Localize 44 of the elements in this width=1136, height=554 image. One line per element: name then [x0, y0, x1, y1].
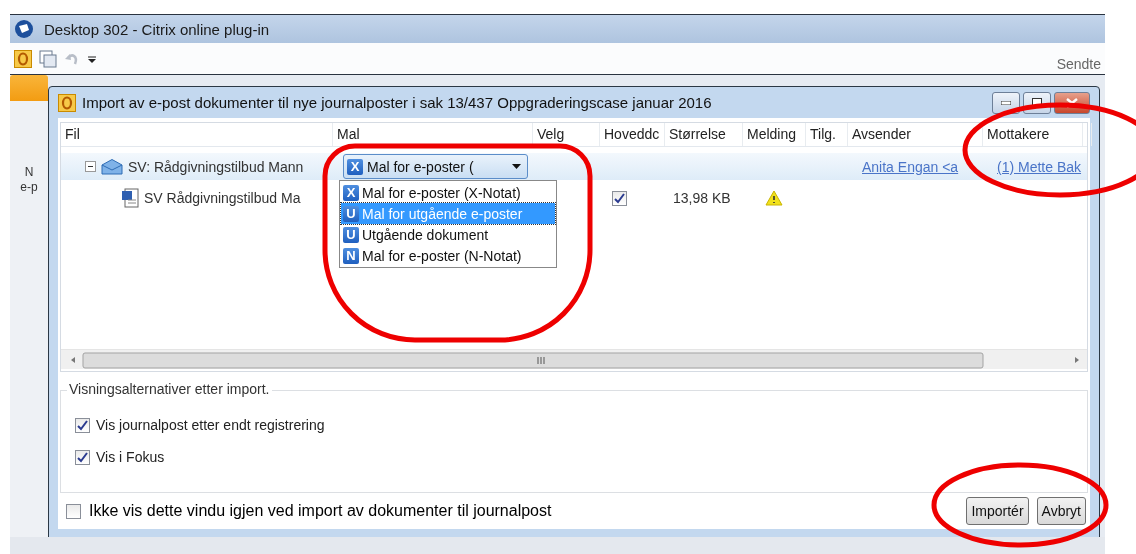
minimize-icon — [1001, 100, 1011, 105]
folder-label: Sendte — [1056, 56, 1101, 74]
option-checkbox[interactable] — [75, 449, 90, 465]
caret-icon — [512, 164, 521, 169]
file-size: 13,98 KB — [673, 190, 731, 206]
app-logo-icon — [14, 19, 34, 39]
template-option[interactable]: U Utgående dokument — [341, 224, 555, 245]
pane-label: e-p — [20, 180, 38, 195]
recipient-link[interactable]: (1) Mette Bak — [997, 158, 1082, 175]
template-dropdown[interactable]: X Mal for e-poster ( — [343, 154, 528, 179]
pane-label: N — [24, 165, 34, 180]
import-button[interactable]: Importér — [966, 497, 1029, 525]
template-option[interactable]: X Mal for e-poster (X-Notat) — [341, 182, 555, 203]
dialog-title: Import av e-post dokumenter til nye journalposter i sak 13/437 Oppgraderingscase januar 2016 — [82, 94, 712, 111]
option-label: Vis journalpost etter endt registrering — [96, 417, 325, 433]
maximize-icon — [1032, 98, 1042, 107]
document-icon — [121, 188, 139, 208]
column-header[interactable]: Melding — [743, 123, 806, 146]
column-header[interactable]: Fil — [61, 123, 333, 146]
column-header[interactable]: Velg — [533, 123, 600, 146]
column-header[interactable]: Avsender — [848, 123, 983, 146]
dont-show-checkbox[interactable] — [66, 503, 81, 519]
option-checkbox[interactable] — [75, 417, 90, 433]
envelope-icon — [101, 158, 123, 175]
column-header[interactable]: Hoveddc — [600, 123, 665, 146]
main-document-checkbox[interactable] — [612, 190, 627, 206]
template-option[interactable]: U Mal for utgående e-poster — [341, 203, 555, 224]
save-icon[interactable] — [38, 48, 58, 69]
window-title: Desktop 302 - Citrix online plug-in — [44, 20, 270, 38]
option-label: Vis i Fokus — [96, 449, 165, 465]
outlook-icon — [58, 93, 76, 112]
file-name: SV: Rådgivningstilbud Mann — [128, 158, 304, 175]
sender-link[interactable]: Anita Engan <a — [862, 158, 959, 175]
column-header[interactable]: Størrelse — [665, 123, 743, 146]
cancel-button[interactable]: Avbryt — [1036, 497, 1086, 525]
column-header[interactable]: Mal — [333, 123, 533, 146]
dont-show-label: Ikke vis dette vindu igjen ved import av dokumenter til journalpost — [89, 502, 552, 520]
outlook-icon — [14, 49, 32, 68]
column-header[interactable]: Mottakere — [983, 123, 1083, 146]
collapse-icon[interactable] — [85, 161, 96, 172]
column-header[interactable]: Tilg. — [806, 123, 848, 146]
minimize-button[interactable] — [992, 91, 1020, 114]
file-name: SV Rådgivningstilbud Ma — [144, 190, 301, 206]
group-title: Visningsalternativer etter import. — [67, 381, 272, 397]
